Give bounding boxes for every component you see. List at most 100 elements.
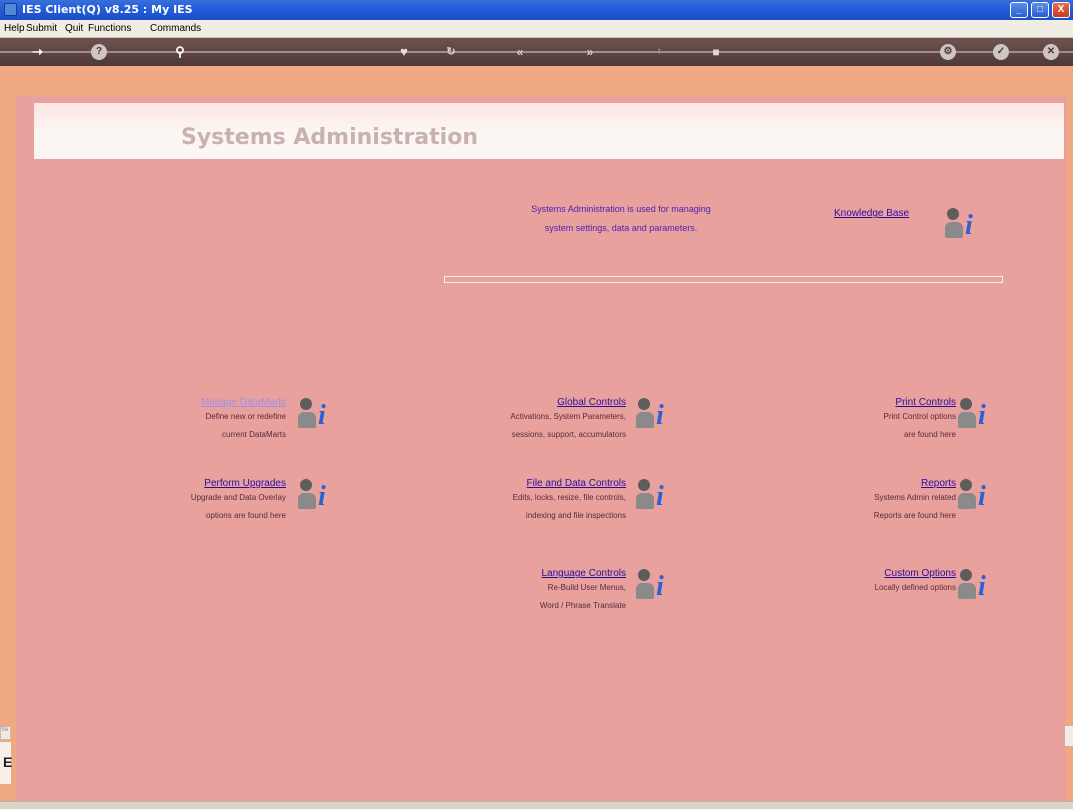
print-help-icon[interactable]: i xyxy=(958,396,992,436)
language-desc-1: Re-Build User Menus, xyxy=(547,583,626,592)
rewind-icon[interactable]: « xyxy=(512,44,528,60)
person-body-icon xyxy=(636,412,654,428)
main-panel: Systems Administration Systems Administr… xyxy=(16,96,1066,801)
forward-icon[interactable]: » xyxy=(582,44,598,60)
page-title: Systems Administration xyxy=(181,125,478,150)
datamarts-help-icon[interactable]: i xyxy=(298,396,332,436)
info-icon: i xyxy=(656,571,664,602)
toolbar: ➝ ? ⚲ ♥ ↻ « » ↑ ■ ⚙ ✓ ✕ xyxy=(0,38,1073,66)
person-head-icon xyxy=(947,208,959,220)
menu-commands[interactable]: Commands xyxy=(150,23,201,34)
menu-quit[interactable]: Quit xyxy=(65,23,83,34)
upgrades-desc-2: options are found here xyxy=(205,511,286,520)
info-icon: i xyxy=(656,481,664,512)
app-window: IES Client(Q) v8.25 : My IES _ □ X Help … xyxy=(0,0,1073,809)
header-band: Systems Administration xyxy=(34,103,1064,159)
app-icon xyxy=(4,3,17,16)
datamarts-desc-2: current DataMarts xyxy=(221,430,286,439)
perform-upgrades-link[interactable]: Perform Upgrades xyxy=(114,478,286,489)
datamarts-desc-1: Define new or redefine xyxy=(205,412,287,421)
heart-icon[interactable]: ♥ xyxy=(396,44,412,60)
person-head-icon xyxy=(300,398,312,410)
person-body-icon xyxy=(298,412,316,428)
refresh-icon[interactable]: ↻ xyxy=(443,44,459,60)
close-icon[interactable]: ✕ xyxy=(1043,44,1059,60)
person-body-icon xyxy=(958,412,976,428)
reports-help-icon[interactable]: i xyxy=(958,477,992,517)
left-edge-tab[interactable]: Se xyxy=(0,726,11,740)
arrow-right-icon[interactable]: ➝ xyxy=(32,44,60,60)
global-desc-2: sessions, support, accumulators xyxy=(511,430,626,439)
filedata-desc-1: Edits, locks, resize, file controls, xyxy=(512,493,626,502)
info-icon: i xyxy=(978,400,986,431)
help-icon[interactable]: ? xyxy=(91,44,107,60)
module-global-controls: Global Controls Activations, System Para… xyxy=(416,397,626,444)
language-controls-link[interactable]: Language Controls xyxy=(416,568,626,579)
info-icon: i xyxy=(978,571,986,602)
menu-bar: Help Submit Quit Functions Commands xyxy=(0,20,1073,38)
module-datamarts: Manage DataMarts Define new or redefine … xyxy=(114,397,286,444)
person-body-icon xyxy=(636,583,654,599)
maximize-button[interactable]: □ xyxy=(1031,2,1049,18)
status-bar xyxy=(0,801,1073,809)
filedata-help-icon[interactable]: i xyxy=(636,477,670,517)
custom-desc-1: Locally defined options xyxy=(874,583,956,592)
left-edge-letter: E xyxy=(3,754,13,770)
print-controls-link[interactable]: Print Controls xyxy=(776,397,956,408)
module-print-controls: Print Controls Print Control options are… xyxy=(776,397,956,444)
minimize-button[interactable]: _ xyxy=(1010,2,1028,18)
right-edge-tab[interactable] xyxy=(1065,726,1073,746)
menu-functions[interactable]: Functions xyxy=(88,23,131,34)
module-reports: Reports Systems Admin related Reports ar… xyxy=(776,478,956,525)
person-head-icon xyxy=(638,398,650,410)
reports-link[interactable]: Reports xyxy=(776,478,956,489)
stop-icon[interactable]: ■ xyxy=(708,44,724,60)
intro-text: Systems Administration is used for manag… xyxy=(461,200,781,238)
info-icon: i xyxy=(965,210,973,241)
global-controls-link[interactable]: Global Controls xyxy=(416,397,626,408)
person-head-icon xyxy=(638,569,650,581)
menu-help[interactable]: Help xyxy=(4,23,25,34)
person-head-icon xyxy=(638,479,650,491)
gear-icon[interactable]: ⚙ xyxy=(940,44,956,60)
info-icon: i xyxy=(978,481,986,512)
info-icon: i xyxy=(318,481,326,512)
person-body-icon xyxy=(958,583,976,599)
intro-line-2: system settings, data and parameters. xyxy=(544,223,698,233)
global-help-icon[interactable]: i xyxy=(636,396,670,436)
person-head-icon xyxy=(960,398,972,410)
print-desc-1: Print Control options xyxy=(883,412,956,421)
reports-desc-2: Reports are found here xyxy=(873,511,956,520)
up-icon[interactable]: ↑ xyxy=(651,44,667,60)
custom-help-icon[interactable]: i xyxy=(958,567,992,607)
print-desc-2: are found here xyxy=(903,430,956,439)
global-desc-1: Activations, System Parameters, xyxy=(510,412,626,421)
upgrades-help-icon[interactable]: i xyxy=(298,477,332,517)
left-edge-widget: Se E xyxy=(0,716,12,801)
custom-options-link[interactable]: Custom Options xyxy=(776,568,956,579)
title-bar[interactable]: IES Client(Q) v8.25 : My IES _ □ X xyxy=(0,0,1073,20)
person-body-icon xyxy=(298,493,316,509)
info-icon: i xyxy=(318,400,326,431)
file-data-controls-link[interactable]: File and Data Controls xyxy=(416,478,627,489)
person-head-icon xyxy=(960,569,972,581)
module-upgrades: Perform Upgrades Upgrade and Data Overla… xyxy=(114,478,286,525)
divider-bar xyxy=(444,276,1003,283)
info-icon: i xyxy=(656,400,664,431)
language-help-icon[interactable]: i xyxy=(636,567,670,607)
manage-datamarts-link[interactable]: Manage DataMarts xyxy=(114,397,286,408)
knowledge-base-icon[interactable]: i xyxy=(945,206,979,246)
module-language-controls: Language Controls Re-Build User Menus, W… xyxy=(416,568,626,615)
toolbar-line xyxy=(0,51,1073,53)
check-icon[interactable]: ✓ xyxy=(993,44,1009,60)
person-body-icon xyxy=(636,493,654,509)
upgrades-desc-1: Upgrade and Data Overlay xyxy=(190,493,286,502)
search-icon[interactable]: ⚲ xyxy=(172,44,188,60)
knowledge-base-link[interactable]: Knowledge Base xyxy=(834,208,909,219)
close-window-button[interactable]: X xyxy=(1052,2,1070,18)
left-edge-panel[interactable]: E xyxy=(0,742,13,784)
menu-submit[interactable]: Submit xyxy=(26,23,57,34)
module-file-data-controls: File and Data Controls Edits, locks, res… xyxy=(416,478,626,525)
module-custom-options: Custom Options Locally defined options xyxy=(776,568,956,597)
intro-line-1: Systems Administration is used for manag… xyxy=(531,204,711,214)
